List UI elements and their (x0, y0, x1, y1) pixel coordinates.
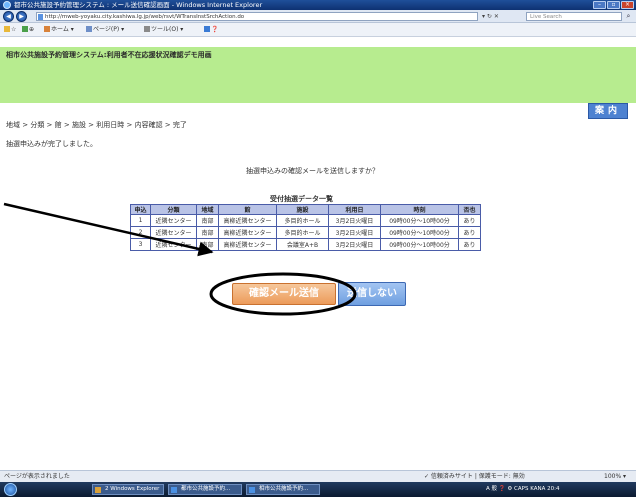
home-button[interactable]: ホーム ▾ (44, 25, 74, 35)
home-icon (44, 26, 50, 32)
window-controls: – ▫ × (593, 1, 634, 9)
browser-title-bar: 都市公共施設予約管理システム : メール送信確認画面 - Windows Int… (0, 0, 636, 10)
security-zone[interactable]: ✓ 信頼済みサイト | 保護モード: 無効 (424, 471, 525, 482)
page-icon (38, 14, 43, 20)
column-header: 時刻 (380, 204, 459, 215)
table-cell: 3月2日火曜日 (328, 238, 381, 251)
table-cell: 南部 (196, 226, 219, 239)
tools-menu[interactable]: ツール(O) ▾ (144, 25, 183, 35)
add-favorites-button[interactable]: ⊕ (22, 25, 34, 35)
zoom-level[interactable]: 100% ▾ (604, 471, 626, 482)
browser-icon (3, 1, 11, 9)
column-header: 地域 (196, 204, 219, 215)
system-tray: A 般 ❓ ⚙ CAPS KANA 20:4 (486, 486, 560, 492)
do-not-send-button[interactable]: 送信しない (338, 282, 406, 306)
table-cell: 南部 (196, 214, 219, 227)
add-icon (22, 26, 28, 32)
folder-icon (95, 487, 101, 493)
breadcrumb: 地域 > 分類 > 館 > 施設 > 利用日時 > 内容確認 > 完了 (6, 121, 187, 129)
table-cell: 3 (130, 238, 151, 251)
gear-icon (144, 26, 150, 32)
column-header: 分類 (150, 204, 197, 215)
search-icon[interactable]: ⌕ (623, 12, 634, 21)
back-button[interactable]: ◀ (3, 11, 14, 22)
table-cell: あり (458, 238, 481, 251)
page-menu[interactable]: ページ(P) ▾ (86, 25, 124, 35)
table-cell: 高柳近隣センター (218, 214, 277, 227)
table-cell: 近隣センター (150, 214, 197, 227)
taskbar-item[interactable]: 2 Windows Explorer (92, 484, 164, 495)
search-input[interactable]: Live Search (526, 12, 622, 21)
status-bar: ページが表示されました ✓ 信頼済みサイト | 保護モード: 無効 100% ▾ (0, 470, 636, 482)
browser-icon (249, 487, 255, 493)
close-window-button[interactable]: × (621, 1, 634, 9)
table-cell: 会議室A+B (276, 238, 329, 251)
completion-message: 抽選申込みが完了しました。 (6, 140, 97, 148)
table-cell: 3月2日火曜日 (328, 214, 381, 227)
table-row: 1 近隣センター 南部 高柳近隣センター 多目的ホール 3月2日火曜日 09時0… (130, 214, 481, 227)
star-icon (4, 26, 10, 32)
taskbar-item[interactable]: 相市公共施設予約... (246, 484, 320, 495)
table-title: 受付抽選データ一覧 (270, 195, 333, 203)
table-cell: 近隣センター (150, 238, 197, 251)
send-confirmation-question: 抽選申込みの確認メールを送信しますか？ (246, 167, 379, 175)
column-header: 利用日 (328, 204, 381, 215)
table-cell: 高柳近隣センター (218, 226, 277, 239)
table-cell: 2 (130, 226, 151, 239)
favorites-button[interactable]: ☆ (4, 25, 16, 35)
help-icon (204, 26, 210, 32)
window-title: 都市公共施設予約管理システム : メール送信確認画面 - Windows Int… (14, 1, 263, 9)
table-cell: 近隣センター (150, 226, 197, 239)
command-bar: ☆ ⊕ ホーム ▾ ページ(P) ▾ ツール(O) ▾ ❓ (0, 23, 636, 37)
reservation-table: 申込 分類 地域 館 施設 利用日 時刻 否也 1 近隣センター 南部 高柳近隣… (130, 204, 481, 251)
table-cell: 南部 (196, 238, 219, 251)
address-bar-row: ◀ ▶ http://mweb-yoyaku.city.kashiwa.lg.j… (0, 10, 636, 23)
column-header: 館 (218, 204, 277, 215)
send-confirmation-email-button[interactable]: 確認メール送信 (232, 283, 336, 305)
table-cell: 09時00分～10時00分 (380, 238, 459, 251)
column-header: 否也 (458, 204, 481, 215)
page-menu-icon (86, 26, 92, 32)
app-title: 相市公共施設予約管理システム:利用者不在応援状況確認デモ用画 (6, 51, 212, 59)
taskbar: 2 Windows Explorer 都市公共施設予約... 相市公共施設予約.… (0, 482, 636, 497)
table-cell: あり (458, 226, 481, 239)
table-row: 3 近隣センター 南部 高柳近隣センター 会議室A+B 3月2日火曜日 09時0… (130, 238, 481, 251)
column-header: 申込 (130, 204, 151, 215)
table-row: 2 近隣センター 南部 高柳近隣センター 多目的ホール 3月2日火曜日 09時0… (130, 226, 481, 239)
table-cell: 高柳近隣センター (218, 238, 277, 251)
web-page: 相市公共施設予約管理システム:利用者不在応援状況確認デモ用画 案内 地域 > 分… (0, 37, 636, 470)
address-input[interactable]: http://mweb-yoyaku.city.kashiwa.lg.jp/we… (36, 12, 478, 21)
taskbar-item[interactable]: 都市公共施設予約... (168, 484, 242, 495)
table-cell: 多目的ホール (276, 226, 329, 239)
column-header: 施設 (276, 204, 329, 215)
forward-button[interactable]: ▶ (16, 11, 27, 22)
help-button[interactable]: 案内 (588, 103, 628, 119)
table-cell: 09時00分～10時00分 (380, 214, 459, 227)
url-text: http://mweb-yoyaku.city.kashiwa.lg.jp/we… (45, 14, 245, 20)
table-cell: 09時00分～10時00分 (380, 226, 459, 239)
start-button[interactable] (4, 483, 17, 496)
minimize-button[interactable]: – (593, 1, 606, 9)
browser-icon (171, 487, 177, 493)
help-menu[interactable]: ❓ (204, 25, 218, 35)
table-cell: 多目的ホール (276, 214, 329, 227)
table-cell: 3月2日火曜日 (328, 226, 381, 239)
address-tools[interactable]: ▾ ↻ ✕ (482, 12, 524, 21)
maximize-button[interactable]: ▫ (607, 1, 620, 9)
table-cell: 1 (130, 214, 151, 227)
status-text: ページが表示されました (4, 473, 70, 480)
table-cell: あり (458, 214, 481, 227)
table-header-row: 申込 分類 地域 館 施設 利用日 時刻 否也 (130, 204, 481, 215)
